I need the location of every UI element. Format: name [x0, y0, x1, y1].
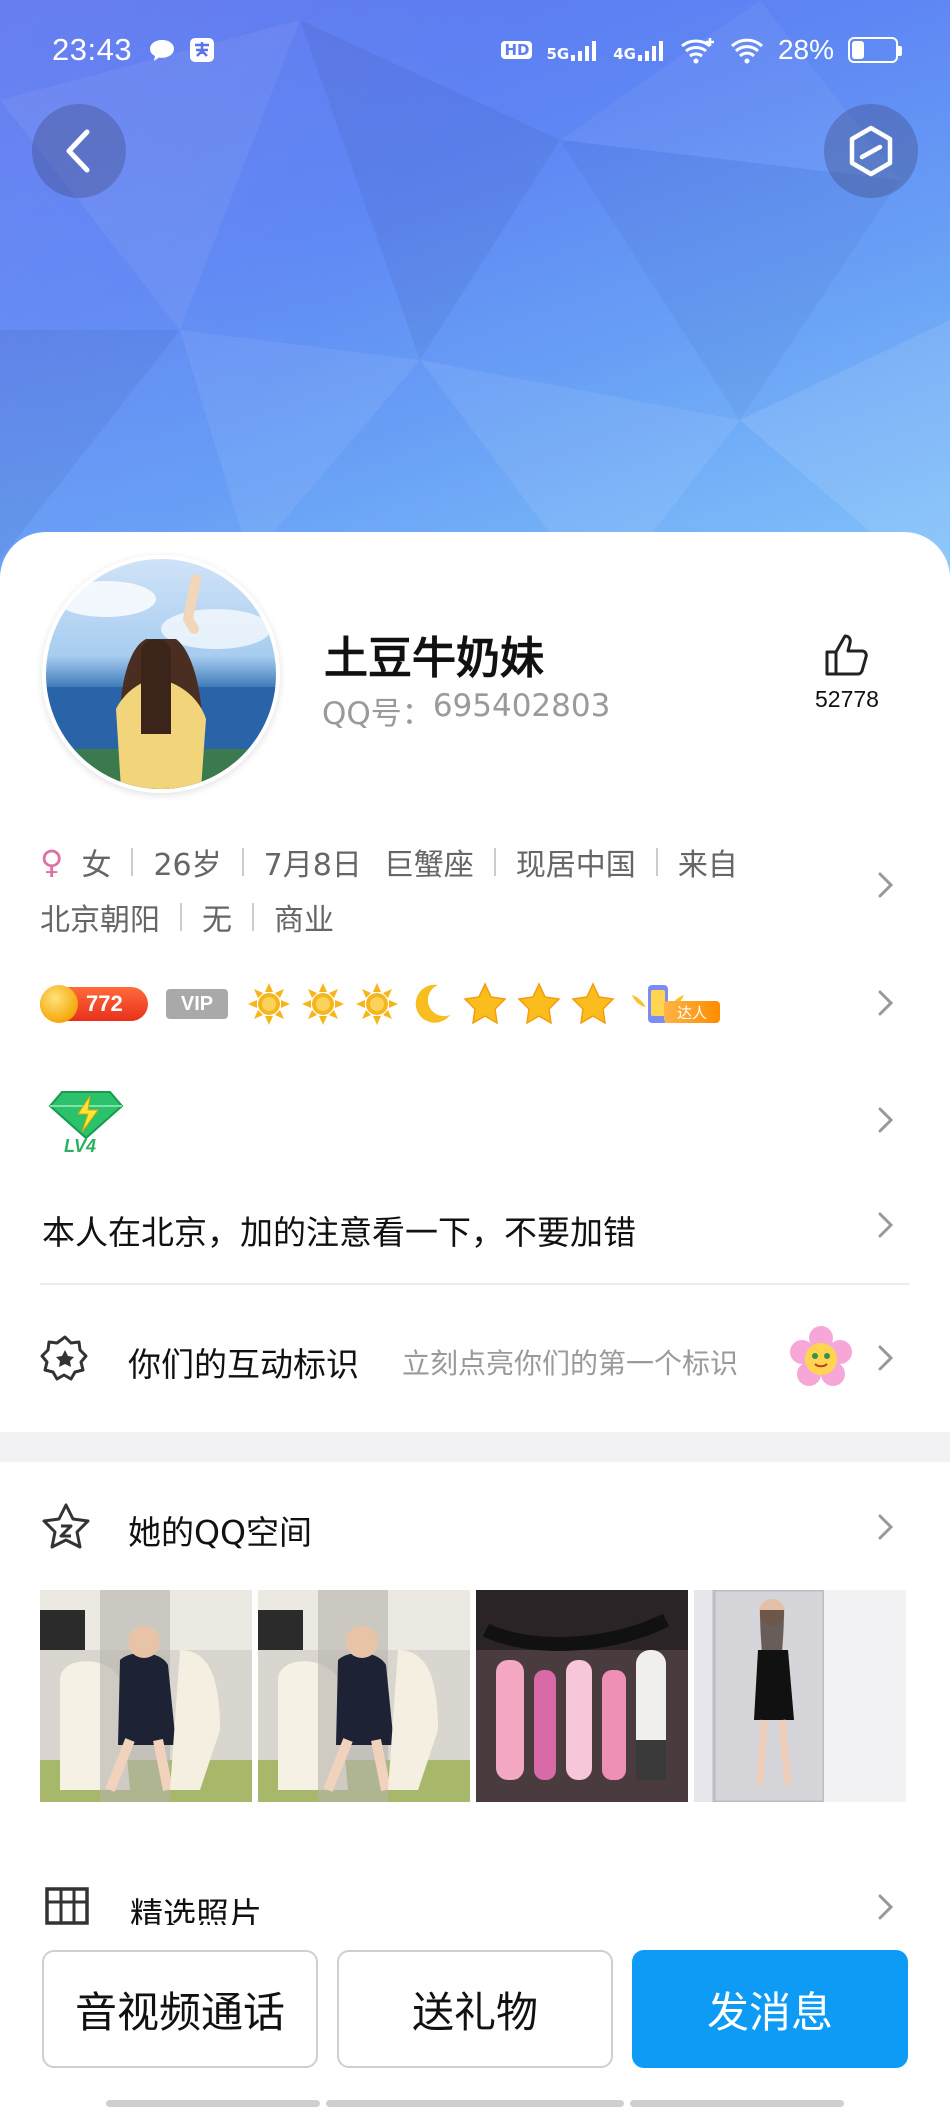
profile-info-row-2[interactable]: 北京朝阳 无 商业	[40, 895, 334, 939]
like-button[interactable]: 52778	[800, 632, 894, 713]
age-text: 26岁	[153, 848, 222, 883]
sim2-label: 4G	[613, 45, 636, 63]
sim1-label: 5G	[546, 45, 570, 63]
divider	[252, 903, 254, 931]
star-level-icon	[571, 982, 615, 1025]
flower-face-icon	[790, 1326, 852, 1386]
chevron-right-icon[interactable]	[872, 1212, 898, 1238]
chevron-right-icon[interactable]	[872, 1514, 898, 1540]
wifi-plus-icon	[680, 38, 714, 64]
divider	[241, 848, 244, 876]
pay-app-icon	[190, 38, 215, 62]
qzone-title: 她的QQ空间	[128, 1513, 312, 1552]
field-text: 无	[202, 903, 232, 938]
hometown-text: 北京朝阳	[40, 903, 160, 938]
interaction-subtitle: 立刻点亮你们的第一个标识	[402, 1347, 739, 1380]
hometown-prefix: 来自	[677, 848, 738, 883]
vip-badge: VIP	[166, 989, 228, 1019]
location-text: 现居中国	[515, 848, 636, 883]
interaction-title: 你们的互动标识	[128, 1345, 359, 1384]
divider	[655, 848, 658, 876]
chevron-right-icon[interactable]	[872, 1107, 898, 1133]
photo-grid-icon	[45, 1887, 89, 1925]
chevron-right-icon[interactable]	[872, 990, 898, 1016]
hd-label: HD	[504, 41, 530, 59]
profile-info-row[interactable]: ♀ 女 26岁 7月8日 巨蟹座 现居中国 来自	[40, 840, 738, 884]
send-gift-button[interactable]: 送礼物	[337, 1950, 613, 2068]
more-settings-button[interactable]	[824, 104, 918, 198]
featured-photos-row[interactable]: 精选照片	[0, 1860, 950, 1925]
star-level-icon	[463, 982, 507, 1025]
level-badges-row[interactable]: 772 VIP 达人	[40, 982, 724, 1026]
qq-level-icons: 达人	[246, 981, 724, 1027]
profession-text: 商业	[274, 903, 334, 938]
signal-5g-icon: 5G	[546, 39, 599, 63]
qzone-photo[interactable]	[694, 1590, 906, 1802]
qzone-photo[interactable]	[40, 1590, 252, 1802]
qzone-photo[interactable]	[258, 1590, 470, 1802]
section-gap	[0, 1432, 950, 1462]
gesture-indicator	[106, 2100, 320, 2107]
qzone-photo[interactable]	[476, 1590, 688, 1802]
chat-bubble-icon	[150, 40, 175, 61]
chevron-right-icon[interactable]	[872, 1345, 898, 1371]
gesture-indicator	[326, 2100, 624, 2107]
wifi-icon	[730, 38, 763, 64]
divider	[131, 848, 134, 876]
hd-icon: HD	[501, 41, 533, 59]
like-count: 52778	[815, 686, 879, 712]
badge-star-icon	[40, 1335, 88, 1381]
thumbs-up-icon	[825, 634, 868, 676]
divider	[40, 1283, 910, 1285]
qq-label: QQ号：	[322, 696, 433, 732]
chevron-left-icon	[66, 129, 90, 173]
avatar-image	[46, 574, 276, 789]
gender-female-icon: ♀	[40, 843, 64, 881]
qq-number-row[interactable]: QQ号： 695402803	[322, 688, 610, 733]
chevron-right-icon	[878, 1894, 894, 1920]
qzone-star-icon	[42, 1503, 90, 1549]
daren-badge: 达人	[628, 981, 724, 1027]
send-message-button[interactable]: 发消息	[632, 1950, 908, 2068]
avatar[interactable]	[42, 555, 280, 793]
hexagon-icon	[849, 125, 893, 177]
gesture-indicator	[630, 2100, 844, 2107]
profile-cover[interactable]: 23:43 HD 5G 4G 28%	[0, 0, 950, 600]
birthday-text: 7月8日	[263, 848, 362, 883]
qq-number: 695402803	[432, 688, 611, 724]
chevron-right-icon[interactable]	[872, 872, 898, 898]
sun-level-icon	[356, 983, 398, 1025]
featured-title: 精选照片	[130, 1895, 262, 1925]
game-level-label: LV4	[64, 1136, 97, 1156]
battery-percent: 28%	[777, 34, 834, 65]
green-diamond-icon	[48, 1091, 124, 1140]
back-button[interactable]	[32, 104, 126, 198]
gender-text: 女	[81, 848, 112, 883]
qzone-photo-strip	[40, 1590, 906, 1802]
status-bar: 23:43 HD 5G 4G 28%	[0, 0, 950, 100]
game-level-badge[interactable]: LV4	[48, 1088, 124, 1158]
sun-level-icon	[248, 983, 290, 1025]
status-time: 23:43	[52, 32, 133, 67]
coin-level-badge: 772	[40, 985, 148, 1023]
divider	[493, 848, 496, 876]
divider	[180, 903, 182, 931]
coin-icon	[40, 985, 78, 1023]
star-level-icon	[517, 982, 561, 1025]
signal-4g-icon: 4G	[613, 39, 666, 63]
moon-level-icon	[415, 984, 450, 1023]
coin-level: 772	[86, 991, 123, 1016]
battery-icon	[848, 37, 902, 63]
zodiac-text: 巨蟹座	[383, 848, 474, 883]
signature-text[interactable]: 本人在北京，加的注意看一下，不要加错	[42, 1206, 636, 1254]
sun-level-icon	[302, 983, 344, 1025]
daren-label: 达人	[664, 1001, 720, 1023]
nickname: 土豆牛奶妹	[324, 634, 544, 683]
battery-fill	[852, 41, 864, 59]
av-call-button[interactable]: 音视频通话	[42, 1950, 318, 2068]
